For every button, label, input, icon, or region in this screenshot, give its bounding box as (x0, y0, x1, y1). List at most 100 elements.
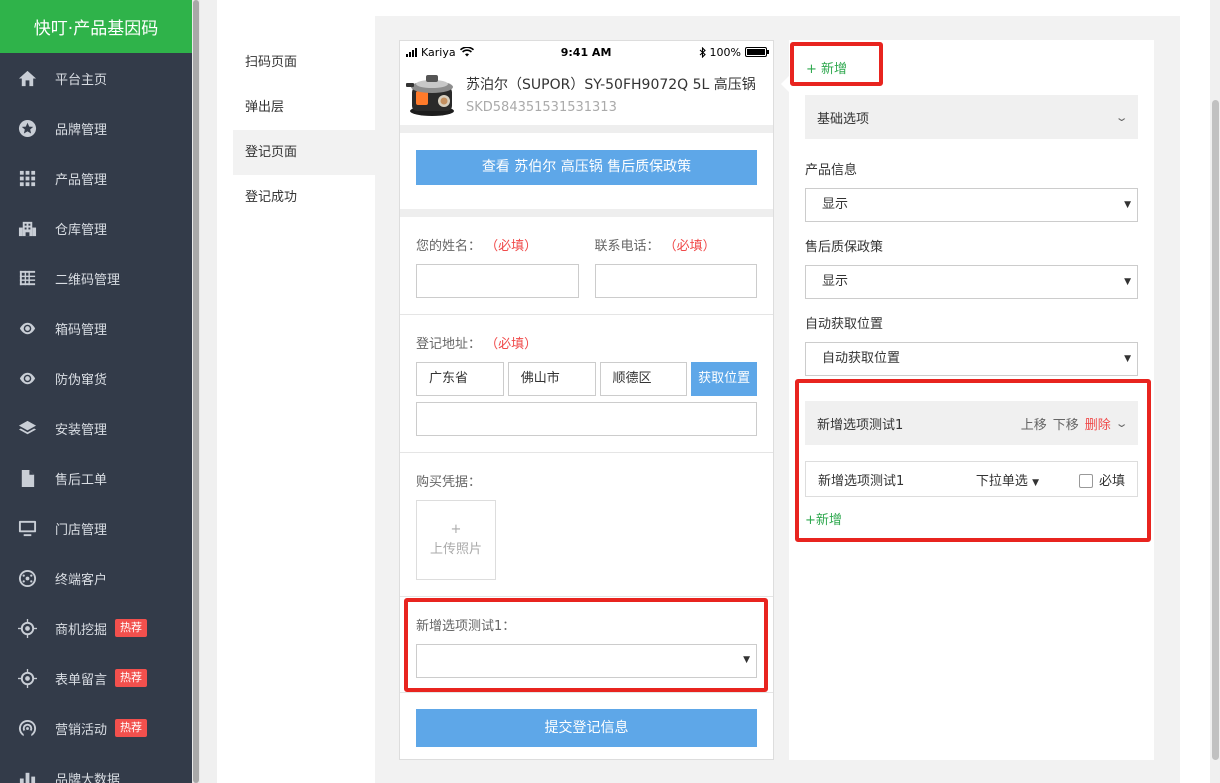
carrier-name: Kariya (421, 45, 456, 59)
product-info-select[interactable]: 显示 ▼ (805, 188, 1138, 222)
sidebar-item-label: 仓库管理 (55, 222, 108, 238)
policy-select[interactable]: 显示 ▼ (805, 265, 1138, 299)
pressure-cooker-image (406, 75, 454, 116)
sidebar-item-13[interactable]: 营销活动 热荐 (0, 703, 192, 753)
sidebar-item-label: 商机挖掘 (55, 622, 108, 638)
tab-popup-layer[interactable]: 弹出层 (233, 85, 375, 130)
voucher-section: 购买凭据： + 上传照片 (400, 453, 773, 597)
sidebar-item-8[interactable]: 售后工单 (0, 453, 192, 503)
sidebar-item-14[interactable]: 品牌大数据 (0, 753, 192, 783)
plus-icon: + (450, 522, 462, 537)
view-policy-button[interactable]: 查看 苏伯尔 高压锅 售后质保政策 (416, 150, 757, 185)
sidebar-item-4[interactable]: 二维码管理 (0, 253, 192, 303)
sidebar-item-label: 终端客户 (55, 572, 108, 588)
tab-register-success[interactable]: 登记成功 (233, 175, 375, 220)
config-pointer (781, 76, 789, 92)
globe-icon (17, 568, 37, 588)
policy-value: 显示 (822, 274, 849, 289)
tab-scan-page[interactable]: 扫码页面 (233, 40, 375, 85)
policy-label: 售后质保政策 (805, 240, 884, 255)
sidebar: 快叮·产品基因码 平台主页品牌管理产品管理仓库管理二维码管理箱码管理防伪窜货安装… (0, 0, 192, 783)
location-select[interactable]: 自动获取位置 ▼ (805, 342, 1138, 376)
phone-label: 联系电话： (594, 239, 660, 254)
hot-badge: 热荐 (115, 619, 148, 637)
location-value: 自动获取位置 (822, 351, 901, 366)
dropdown-arrow-icon: ▼ (1124, 354, 1131, 364)
sidebar-item-2[interactable]: 产品管理 (0, 153, 192, 203)
required-mark: （必填） (485, 239, 538, 254)
sidebar-item-label: 表单留言 (55, 672, 108, 688)
contact-section: 您的姓名： （必填） 联系电话： （必填） (400, 217, 773, 315)
phone-input[interactable] (594, 264, 757, 298)
battery-icon (744, 47, 769, 57)
sidebar-item-label: 二维码管理 (55, 272, 121, 288)
district-input[interactable]: 顺德区 (599, 362, 688, 396)
upload-label: 上传照片 (429, 542, 482, 557)
target-icon (17, 668, 37, 688)
grid-icon (17, 168, 37, 188)
sidebar-item-12[interactable]: 表单留言 热荐 (0, 653, 192, 703)
dropdown-arrow-icon: ▼ (1124, 200, 1131, 210)
sidebar-item-3[interactable]: 仓库管理 (0, 203, 192, 253)
address-detail-input[interactable] (416, 402, 757, 436)
product-info-label: 产品信息 (805, 163, 858, 178)
chevron-down-icon: ⌄ (1114, 110, 1129, 124)
sidebar-item-label: 防伪窜货 (55, 372, 108, 388)
chart-icon (17, 768, 37, 783)
sidebar-item-label: 产品管理 (55, 172, 108, 188)
page-tabs: 扫码页面 弹出层 登记页面 登记成功 (233, 40, 375, 220)
city-input[interactable]: 佛山市 (507, 362, 596, 396)
bluetooth-icon (699, 46, 706, 58)
qrcode-icon (17, 268, 37, 288)
sidebar-item-10[interactable]: 终端客户 (0, 553, 192, 603)
basic-options-header[interactable]: 基础选项 ⌄ (805, 95, 1138, 139)
required-mark: （必填） (663, 239, 716, 254)
product-card: 苏泊尔（SUPOR）SY-50FH9072Q 5L 高压锅 SKD5843515… (400, 63, 773, 133)
target-icon (17, 618, 37, 638)
required-mark: （必填） (485, 337, 538, 352)
sidebar-item-label: 门店管理 (55, 522, 108, 538)
highlight-box (795, 379, 1151, 542)
eye-icon (17, 318, 37, 338)
sidebar-item-0[interactable]: 平台主页 (0, 53, 192, 103)
page-scrollbar[interactable] (1210, 0, 1220, 783)
sidebar-item-1[interactable]: 品牌管理 (0, 103, 192, 153)
preview-canvas: Kariya 9:41 AM 100% 苏泊尔（SUPOR）SY-50FH907… (375, 16, 1180, 783)
sidebar-scrollbar[interactable] (192, 0, 200, 783)
content-panel: 扫码页面 弹出层 登记页面 登记成功 Kariya 9:41 AM 100% 苏… (217, 0, 1210, 783)
sidebar-item-label: 安装管理 (55, 422, 108, 438)
layers-icon (17, 418, 37, 438)
sidebar-item-7[interactable]: 安装管理 (0, 403, 192, 453)
voucher-label: 购买凭据： (416, 475, 482, 490)
upload-photo-button[interactable]: + 上传照片 (416, 500, 496, 580)
brand-logo[interactable]: 快叮·产品基因码 (0, 0, 192, 53)
hot-badge: 热荐 (115, 719, 148, 737)
submit-button[interactable]: 提交登记信息 (416, 709, 757, 747)
product-sku: SKD584351531531313 (466, 99, 617, 115)
sidebar-item-label: 箱码管理 (55, 322, 108, 338)
status-time: 9:41 AM (560, 45, 612, 59)
eye-icon (17, 368, 37, 388)
sidebar-item-label: 平台主页 (55, 72, 108, 88)
hot-badge: 热荐 (115, 669, 148, 687)
policy-section: 查看 苏伯尔 高压锅 售后质保政策 (400, 133, 773, 217)
battery-percent: 100% (709, 45, 741, 59)
province-input[interactable]: 广东省 (416, 362, 504, 396)
tab-register-page[interactable]: 登记页面 (233, 130, 375, 175)
name-input[interactable] (416, 264, 579, 298)
sidebar-item-label: 品牌管理 (55, 122, 108, 138)
home-icon (17, 68, 37, 88)
sidebar-item-label: 售后工单 (55, 472, 108, 488)
get-location-button[interactable]: 获取位置 (691, 362, 758, 396)
sidebar-item-11[interactable]: 商机挖掘 热荐 (0, 603, 192, 653)
sidebar-item-6[interactable]: 防伪窜货 (0, 353, 192, 403)
basic-options-title: 基础选项 (817, 111, 870, 127)
sidebar-nav: 平台主页品牌管理产品管理仓库管理二维码管理箱码管理防伪窜货安装管理售后工单门店管… (0, 53, 192, 783)
sidebar-item-label: 营销活动 (55, 722, 108, 738)
sidebar-item-5[interactable]: 箱码管理 (0, 303, 192, 353)
address-section: 登记地址： （必填） 广东省 佛山市 顺德区 获取位置 (400, 315, 773, 453)
name-label: 您的姓名： (416, 239, 482, 254)
dropdown-arrow-icon: ▼ (1124, 277, 1131, 287)
sidebar-item-9[interactable]: 门店管理 (0, 503, 192, 553)
address-label: 登记地址： (416, 337, 482, 352)
